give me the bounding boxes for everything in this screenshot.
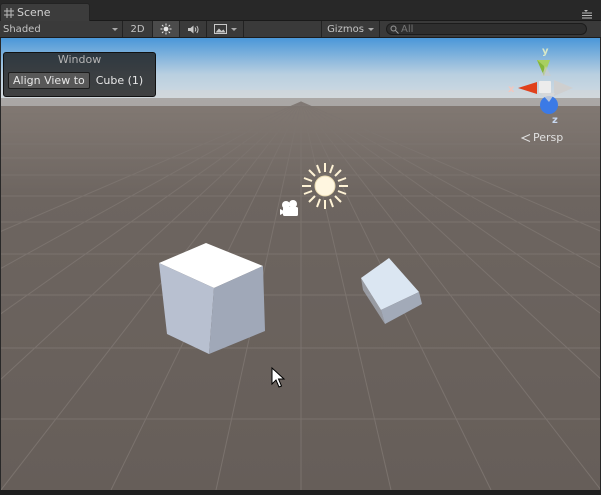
chevron-down-icon [230,27,237,31]
audio-icon [187,25,199,33]
grid-icon [4,7,14,18]
tab-bar: Scene [0,0,601,21]
align-view-button[interactable]: Align View to [8,72,90,89]
gizmo-axis-y: y [542,46,549,57]
bottom-border [0,490,601,495]
tab-scene[interactable]: Scene [0,3,90,21]
shading-mode-dropdown[interactable]: Shaded [0,21,123,37]
scene-toolbar: Shaded 2D Gizmos [0,21,601,38]
overlay-window-row: Align View to Cube (1) [8,72,143,89]
gizmo-axis-z: z [552,115,558,126]
projection-toggle[interactable]: Persp [521,131,563,144]
2d-label: 2D [130,23,145,35]
2d-toggle-button[interactable]: 2D [123,21,153,37]
chevron-down-icon [112,27,118,31]
scene-render[interactable]: y x z [1,38,600,490]
toolbar-spacer [244,21,322,37]
effects-dropdown[interactable] [207,21,244,37]
gizmo-axis-x: x [508,84,515,95]
light-icon [160,23,172,35]
projection-label: Persp [533,131,564,144]
chevron-down-icon [367,27,374,31]
overlay-window-title: Window [57,53,102,66]
lighting-toggle-button[interactable] [153,21,180,37]
gizmos-dropdown[interactable]: Gizmos [322,21,380,37]
search-icon [390,25,399,34]
audio-toggle-button[interactable] [180,21,207,37]
menu-icon[interactable] [581,9,593,19]
tab-label: Scene [17,6,51,19]
hierarchy-search[interactable] [386,23,587,35]
scene-viewport[interactable]: y x z [1,38,600,490]
search-input[interactable] [401,23,581,35]
perspective-icon [521,133,531,142]
shading-mode-label: Shaded [3,23,41,35]
selected-object-label: Cube (1) [95,74,144,87]
image-icon [213,24,227,34]
gizmos-label: Gizmos [327,23,364,35]
overlay-window: Window Align View to Cube (1) [3,52,156,97]
